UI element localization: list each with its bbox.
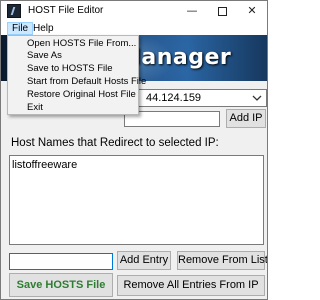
remove-all-entries-button[interactable]: Remove All Entries From IP	[117, 275, 265, 296]
close-button[interactable]: ✕	[237, 1, 267, 22]
menu-item-restore-original[interactable]: Restore Original Host File	[27, 89, 136, 100]
menu-help[interactable]: Help	[29, 22, 58, 35]
maximize-button[interactable]	[207, 1, 237, 22]
host-name-input[interactable]	[9, 253, 113, 270]
save-hosts-file-button[interactable]: Save HOSTS File	[9, 273, 113, 297]
window-title: HOST File Editor	[28, 5, 104, 16]
add-ip-button[interactable]: Add IP	[226, 109, 266, 128]
chevron-down-icon	[252, 95, 262, 101]
file-menu-dropdown: Open HOSTS File From... Save As Save to …	[7, 35, 146, 115]
menu-item-save-to-hosts-file[interactable]: Save to HOSTS File	[27, 63, 113, 74]
add-entry-button[interactable]: Add Entry	[117, 251, 171, 270]
menu-item-save-as[interactable]: Save As	[27, 50, 62, 61]
redirect-label: Host Names that Redirect to selected IP:	[11, 137, 219, 149]
menu-bar: File Help	[1, 22, 267, 35]
menu-item-start-from-default[interactable]: Start from Default Hosts File	[27, 76, 146, 87]
hosts-list[interactable]: listoffreeware	[9, 155, 264, 245]
remove-from-list-button[interactable]: Remove From List	[177, 251, 267, 270]
list-item[interactable]: listoffreeware	[12, 159, 77, 171]
minimize-button[interactable]: —	[177, 1, 207, 22]
app-logo-icon	[7, 4, 21, 18]
maximize-icon	[217, 7, 227, 16]
title-bar[interactable]: HOST File Editor — ✕	[1, 1, 267, 22]
ip-select-value: 44.124.159	[146, 92, 202, 104]
menu-item-open-hosts-file-from[interactable]: Open HOSTS File From...	[27, 38, 136, 49]
menu-item-exit[interactable]: Exit	[27, 102, 43, 113]
app-window: HOST File Editor — ✕ File Help Manager 4…	[0, 0, 268, 300]
